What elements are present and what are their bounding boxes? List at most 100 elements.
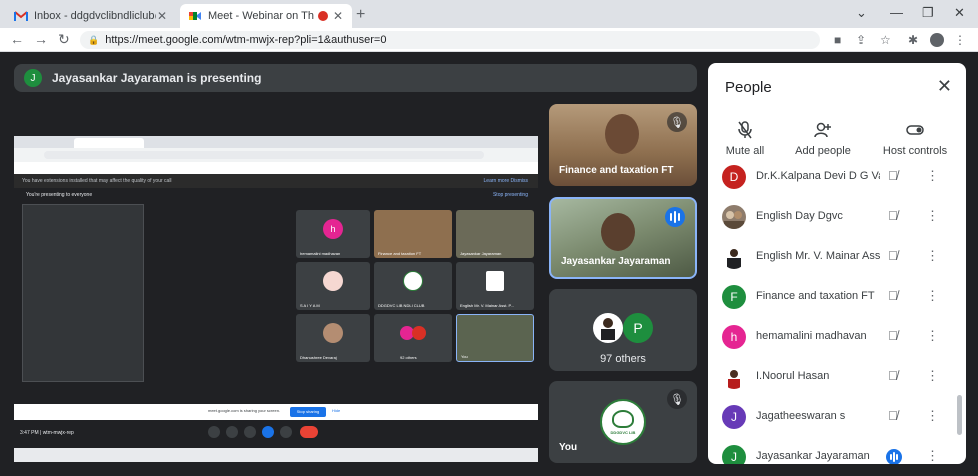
- participant-tile-jayasankar[interactable]: Jayasankar Jayaraman: [549, 197, 697, 279]
- url-text: https://meet.google.com/wtm-mwjx-rep?pli…: [105, 34, 387, 46]
- participant-name: Jayasankar Jayaraman: [756, 450, 870, 462]
- forward-icon[interactable]: →: [34, 31, 48, 47]
- panel-header: People ✕: [708, 63, 966, 111]
- participant-name: hemamalini madhavan: [756, 330, 867, 342]
- participant-row[interactable]: F Finance and taxation FT 🎙̸ ⋮: [708, 283, 958, 311]
- scrollbar[interactable]: [957, 395, 962, 435]
- shared-tile: Jayasankar Jayaraman: [456, 210, 534, 258]
- mic-off-icon: 🎙̸: [888, 368, 898, 383]
- shared-present-icon: [262, 426, 274, 438]
- participant-video: [601, 213, 635, 251]
- participant-name: Finance and taxation FT: [756, 290, 875, 302]
- tile-name: You: [559, 442, 578, 453]
- back-icon[interactable]: ←: [10, 31, 24, 47]
- mic-off-icon: 🎙: [667, 112, 687, 132]
- more-options-icon[interactable]: ⋮: [926, 368, 939, 384]
- shared-more-icon: [280, 426, 292, 438]
- mic-off-icon: 🎙: [667, 389, 687, 409]
- tile-name: Jayasankar Jayaraman: [561, 256, 671, 267]
- add-people-button[interactable]: Add people: [778, 121, 868, 157]
- shared-tile: Dhanushree Devaraj: [296, 314, 370, 362]
- participant-name: English Mr. V. Mainar Asst...: [756, 250, 880, 262]
- chevron-down-icon[interactable]: ⌄: [856, 5, 867, 21]
- new-tab-icon[interactable]: +: [356, 6, 365, 24]
- more-options-icon[interactable]: ⋮: [926, 248, 939, 264]
- participant-tile-finance[interactable]: 🎙 Finance and taxation FT: [549, 104, 697, 186]
- shared-tile: DDGDVC LIB NDLI CLUB: [374, 262, 452, 310]
- mic-off-icon: 🎙̸: [888, 328, 898, 343]
- url-input[interactable]: 🔒 https://meet.google.com/wtm-mwjx-rep?p…: [80, 31, 820, 49]
- meet-stage: J Jayasankar Jayaraman is presenting You…: [0, 52, 700, 476]
- extension-warning: You have extensions installed that may a…: [14, 174, 538, 188]
- more-options-icon[interactable]: ⋮: [926, 408, 939, 424]
- mic-off-icon: 🎙̸: [888, 208, 898, 223]
- more-options-icon[interactable]: ⋮: [926, 288, 939, 304]
- participant-avatar: [722, 245, 746, 269]
- shared-tile: S A I Y A M: [296, 262, 370, 310]
- camera-icon[interactable]: ■: [834, 33, 841, 47]
- shared-time: 3:47 PM | wtm-mwjx-rep: [20, 430, 74, 436]
- warning-actions: Learn more Dismiss: [483, 178, 528, 184]
- more-options-icon[interactable]: ⋮: [926, 168, 939, 184]
- more-options-icon[interactable]: ⋮: [926, 328, 939, 344]
- reload-icon[interactable]: ↻: [58, 31, 70, 48]
- participant-avatar: D: [722, 165, 746, 189]
- stop-sharing-button: Stop sharing: [290, 407, 326, 417]
- menu-dots-icon[interactable]: ⋮: [954, 33, 966, 47]
- participant-row[interactable]: J Jagatheeswaran s 🎙̸ ⋮: [708, 403, 958, 431]
- panel-title: People: [725, 79, 772, 96]
- mic-off-icon: 🎙̸: [888, 408, 898, 423]
- share-icon[interactable]: ⇪: [856, 33, 866, 47]
- logo-text: DDGDVC LIB: [610, 429, 636, 435]
- tab-meet[interactable]: Meet - Webinar on The Art o ✕: [180, 4, 352, 28]
- browser-tab-bar: Inbox - ddgdvclibndliclub@gmai ✕ Meet - …: [0, 0, 978, 28]
- participant-row[interactable]: D Dr.K.Kalpana Devi D G Vai... 🎙̸ ⋮: [708, 163, 958, 191]
- mic-off-icon: 🎙̸: [888, 168, 898, 183]
- club-logo: DDGDVC LIB: [600, 399, 646, 445]
- tile-name: Finance and taxation FT: [559, 165, 674, 176]
- shared-screen: You have extensions installed that may a…: [14, 136, 538, 462]
- close-tab-icon[interactable]: ✕: [332, 9, 344, 23]
- participant-row[interactable]: English Mr. V. Mainar Asst... 🎙̸ ⋮: [708, 243, 958, 271]
- panel-actions: Mute all Add people Host controls: [708, 121, 966, 169]
- speaking-indicator-icon: [665, 207, 685, 227]
- shared-taskbar: [14, 448, 538, 462]
- participant-avatar: J: [722, 405, 746, 429]
- participant-name: I.Noorul Hasan: [756, 370, 830, 382]
- close-window-icon[interactable]: ✕: [954, 5, 965, 21]
- participant-initial: P: [623, 313, 653, 343]
- warning-text: You have extensions installed that may a…: [22, 178, 172, 184]
- participant-avatar: [722, 365, 746, 389]
- shared-meet-area: You're presenting to everyone Stop prese…: [14, 188, 538, 404]
- shared-tile: English Mr. V. Mainar Asst. P...: [456, 262, 534, 310]
- shared-tile: You: [456, 314, 534, 362]
- more-options-icon[interactable]: ⋮: [926, 208, 939, 224]
- tab-title: Inbox - ddgdvclibndliclub@gmai: [34, 10, 156, 22]
- shared-end-call-icon: [300, 426, 318, 438]
- participant-tile-others[interactable]: P 97 others: [549, 289, 697, 371]
- participant-row[interactable]: J Jayasankar Jayaraman ⋮: [708, 443, 958, 464]
- participant-tile-you[interactable]: DDGDVC LIB 🎙 You: [549, 381, 697, 463]
- shared-browser-chrome: [14, 136, 538, 174]
- tab-gmail[interactable]: Inbox - ddgdvclibndliclub@gmai ✕: [6, 4, 176, 28]
- host-controls-button[interactable]: Host controls: [870, 121, 960, 157]
- participant-avatar: J: [722, 445, 746, 464]
- minimize-icon[interactable]: —: [890, 5, 903, 20]
- participant-row[interactable]: I.Noorul Hasan 🎙̸ ⋮: [708, 363, 958, 391]
- sharebar-text: meet.google.com is sharing your screen.: [208, 408, 281, 413]
- shared-tile: Finance and taxation FT: [374, 210, 452, 258]
- extensions-icon[interactable]: ✱: [908, 33, 918, 47]
- close-icon[interactable]: ✕: [937, 76, 952, 97]
- participant-name: Jagatheeswaran s: [756, 410, 846, 422]
- profile-avatar-icon[interactable]: [930, 33, 944, 47]
- participant-avatar: h: [722, 325, 746, 349]
- more-options-icon[interactable]: ⋮: [926, 448, 939, 464]
- participant-row[interactable]: h hemamalini madhavan 🎙̸ ⋮: [708, 323, 958, 351]
- lock-icon: 🔒: [88, 34, 100, 45]
- bookmark-star-icon[interactable]: ☆: [880, 33, 891, 47]
- mic-off-icon: 🎙̸: [888, 248, 898, 263]
- restore-icon[interactable]: ❐: [922, 5, 934, 21]
- participant-row[interactable]: English Day Dgvc 🎙̸ ⋮: [708, 203, 958, 231]
- presenter-avatar: J: [24, 69, 42, 87]
- close-tab-icon[interactable]: ✕: [156, 9, 168, 23]
